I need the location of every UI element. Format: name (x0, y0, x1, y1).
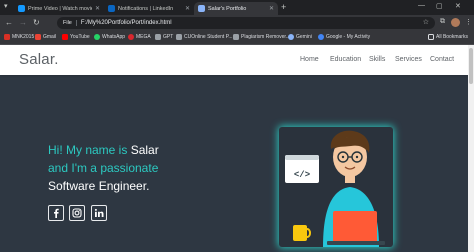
bookmark-label: MEGA (136, 34, 151, 40)
nav-link-education[interactable]: Education (330, 56, 361, 63)
bookmark-item[interactable]: Gmail (35, 34, 56, 40)
hero-line-2: and I'm a passionate (48, 161, 159, 175)
site-navbar: Salar. Home Education Skills Services Co… (0, 45, 468, 75)
bookmark-item[interactable]: CUOnline Student P... (176, 34, 233, 40)
browser-tab-strip: ▾ Prime Video | Watch movies, T... ✕ Not… (0, 0, 474, 15)
gemini-icon (288, 34, 294, 40)
hero-line-3: Software Engineer. (48, 179, 150, 193)
page-scrollbar[interactable] (468, 45, 474, 252)
bookmark-label: MNK2015 (12, 34, 35, 40)
whatsapp-icon (94, 34, 100, 40)
bookmark-label: Gemini (296, 34, 312, 40)
hero-greeting-prefix: Hi! My name is (48, 143, 131, 157)
prime-video-favicon-icon (18, 5, 25, 12)
reload-icon[interactable]: ↻ (33, 18, 40, 28)
close-tab-icon[interactable]: ✕ (185, 5, 190, 12)
linkedin-link[interactable] (91, 205, 107, 221)
new-tab-button[interactable]: + (281, 2, 286, 13)
bookmark-favicon-icon (4, 34, 10, 40)
code-glyph-icon: </> (294, 170, 310, 180)
bookmark-item[interactable]: Plagiarism Remover... (233, 34, 290, 40)
tab-linkedin[interactable]: Notifications | LinkedIn ✕ (104, 2, 194, 15)
tab-title: Salar's Portfolio (208, 5, 247, 12)
site-info-chip[interactable]: File (63, 20, 77, 26)
developer-illustration: </> (279, 127, 393, 247)
facebook-link[interactable] (48, 205, 64, 221)
tab-title: Notifications | LinkedIn (118, 5, 174, 12)
tab-prime-video[interactable]: Prime Video | Watch movies, T... ✕ (14, 2, 104, 15)
close-window-icon[interactable]: ✕ (455, 2, 461, 10)
bookmark-star-icon[interactable]: ☆ (423, 18, 429, 26)
browser-toolbar: ← → ↻ File F:/My%20Portfolio/Port/index.… (0, 15, 474, 31)
close-tab-icon[interactable]: ✕ (269, 5, 274, 12)
hero-name: Salar (130, 143, 159, 157)
forward-arrow-icon[interactable]: → (19, 18, 27, 28)
tab-portfolio-active[interactable]: Salar's Portfolio ✕ (194, 2, 278, 15)
nav-link-services[interactable]: Services (395, 56, 422, 63)
mega-icon (128, 34, 134, 40)
globe-icon (233, 34, 239, 40)
globe-icon (155, 34, 161, 40)
bookmark-label: Gmail (43, 34, 57, 40)
globe-favicon-icon (198, 5, 205, 12)
bookmark-item[interactable]: Gemini (288, 34, 312, 40)
more-menu-icon[interactable]: ⋮ (465, 18, 472, 26)
instagram-link[interactable] (69, 205, 85, 221)
address-bar[interactable]: File F:/My%20Portfolio/Port/index.html ☆ (57, 17, 435, 29)
youtube-icon (62, 34, 68, 40)
nav-link-contact[interactable]: Contact (430, 56, 454, 63)
tab-search-icon[interactable]: ▾ (4, 2, 8, 10)
bookmark-label: CUOnline Student P... (184, 34, 233, 40)
globe-icon (176, 34, 182, 40)
bookmark-item[interactable]: GPT (155, 34, 173, 40)
site-logo[interactable]: Salar. (19, 51, 59, 68)
tab-title: Prime Video | Watch movies, T... (28, 5, 92, 12)
bookmark-label: WhatsApp (102, 34, 126, 40)
nav-link-home[interactable]: Home (300, 56, 319, 63)
linkedin-favicon-icon (108, 5, 115, 12)
nav-link-skills[interactable]: Skills (369, 56, 385, 63)
developer-avatar-illustration: </> (285, 130, 385, 247)
gmail-icon (35, 34, 41, 40)
bookmark-item[interactable]: YouTube (62, 34, 90, 40)
all-bookmarks-label: All Bookmarks (436, 34, 468, 40)
address-url[interactable]: F:/My%20Portfolio/Port/index.html (81, 20, 172, 26)
bookmark-item[interactable]: WhatsApp (94, 34, 125, 40)
bookmark-item[interactable]: MNK2015 (4, 34, 34, 40)
bookmark-item[interactable]: MEGA (128, 34, 151, 40)
folder-icon (428, 34, 434, 40)
maximize-window-icon[interactable]: ▢ (436, 2, 443, 10)
bookmark-label: GPT (163, 34, 174, 40)
profile-avatar[interactable] (451, 18, 460, 27)
linkedin-icon (94, 208, 104, 217)
facebook-icon (54, 208, 59, 218)
google-icon (318, 34, 324, 40)
bookmark-item[interactable]: Google - My Activity (318, 34, 370, 40)
back-arrow-icon[interactable]: ← (5, 18, 13, 28)
portfolio-page: Salar. Home Education Skills Services Co… (0, 45, 468, 252)
all-bookmarks-button[interactable]: All Bookmarks (428, 34, 468, 40)
bookmark-label: Plagiarism Remover... (241, 34, 290, 40)
scrollbar-thumb[interactable] (469, 48, 473, 84)
bookmarks-bar: MNK2015 Gmail YouTube WhatsApp MEGA GPT … (0, 31, 474, 45)
bookmark-label: YouTube (70, 34, 90, 40)
hero-greeting: Hi! My name is Salar (48, 143, 159, 157)
bookmark-label: Google - My Activity (326, 34, 371, 40)
close-tab-icon[interactable]: ✕ (95, 5, 100, 12)
minimize-window-icon[interactable]: — (418, 2, 425, 9)
extensions-icon[interactable]: ⧉ (440, 18, 445, 26)
instagram-icon (72, 208, 82, 218)
